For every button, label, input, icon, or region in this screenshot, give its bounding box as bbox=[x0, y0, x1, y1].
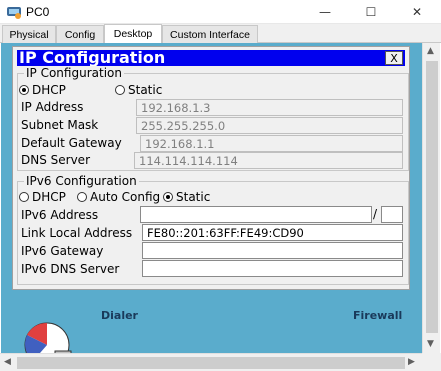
ipv4-dhcp-label: DHCP bbox=[32, 83, 66, 97]
pc-app-icon bbox=[7, 7, 21, 19]
horizontal-scrollbar[interactable]: ◀ ▶ bbox=[0, 353, 422, 371]
tab-bar: Physical Config Desktop Custom Interface bbox=[0, 24, 441, 43]
tab-desktop[interactable]: Desktop bbox=[104, 24, 162, 43]
subnet-mask-field[interactable]: 255.255.255.0 bbox=[136, 117, 403, 134]
ipv6-auto-config-radio[interactable]: Auto Config bbox=[77, 190, 160, 204]
ipv4-group-title: IP Configuration bbox=[24, 66, 124, 80]
ipv6-group-title: IPv6 Configuration bbox=[24, 174, 139, 188]
ipv4-static-radio[interactable]: Static bbox=[115, 83, 162, 97]
ipv6-address-label: IPv6 Address bbox=[21, 208, 99, 222]
scroll-down-arrow-icon[interactable]: ▼ bbox=[427, 339, 434, 349]
minimize-button[interactable]: — bbox=[302, 0, 348, 24]
scroll-left-arrow-icon[interactable]: ◀ bbox=[4, 357, 11, 367]
ip-configuration-dialog: IP Configuration X IP Configuration DHCP… bbox=[12, 46, 410, 290]
radio-unselected-icon bbox=[77, 192, 87, 202]
horizontal-scroll-thumb[interactable] bbox=[17, 357, 405, 369]
radio-selected-icon bbox=[163, 192, 173, 202]
default-gateway-label: Default Gateway bbox=[21, 136, 122, 150]
ipv6-dns-server-label: IPv6 DNS Server bbox=[21, 262, 120, 276]
close-window-button[interactable]: ✕ bbox=[394, 0, 440, 24]
window-title: PC0 bbox=[26, 5, 50, 19]
dns-server-field[interactable]: 114.114.114.114 bbox=[134, 152, 403, 169]
subnet-mask-label: Subnet Mask bbox=[21, 118, 99, 132]
tab-config[interactable]: Config bbox=[56, 25, 104, 43]
dialog-close-button[interactable]: X bbox=[385, 51, 403, 65]
ipv6-static-radio[interactable]: Static bbox=[163, 190, 210, 204]
firewall-app-label: Firewall bbox=[353, 309, 403, 322]
dialer-app-label: Dialer bbox=[101, 309, 138, 322]
ip-address-label: IP Address bbox=[21, 100, 84, 114]
link-local-address-field[interactable]: FE80::201:63FF:FE49:CD90 bbox=[142, 224, 403, 241]
dns-server-label: DNS Server bbox=[21, 153, 90, 167]
ipv6-gateway-field[interactable] bbox=[142, 242, 403, 259]
dialog-title: IP Configuration bbox=[19, 48, 166, 67]
tab-physical[interactable]: Physical bbox=[2, 25, 56, 43]
default-gateway-field[interactable]: 192.168.1.1 bbox=[140, 135, 403, 152]
scroll-up-arrow-icon[interactable]: ▲ bbox=[427, 46, 434, 56]
ipv6-dns-server-field[interactable] bbox=[142, 260, 403, 277]
scrollbar-corner bbox=[422, 353, 441, 371]
ipv6-gateway-label: IPv6 Gateway bbox=[21, 244, 104, 258]
ipv6-prefix-field[interactable] bbox=[381, 206, 403, 223]
prefix-separator: / bbox=[373, 207, 378, 221]
ip-address-field[interactable]: 192.168.1.3 bbox=[136, 99, 403, 116]
ipv6-auto-config-label: Auto Config bbox=[90, 190, 161, 204]
ipv6-static-label: Static bbox=[176, 190, 211, 204]
scroll-right-arrow-icon[interactable]: ▶ bbox=[408, 357, 415, 367]
pie-chart-app-icon[interactable] bbox=[19, 315, 75, 353]
radio-selected-icon bbox=[19, 85, 29, 95]
ipv4-static-label: Static bbox=[128, 83, 163, 97]
ipv6-dhcp-radio[interactable]: DHCP bbox=[19, 190, 66, 204]
window-titlebar: PC0 — ☐ ✕ bbox=[0, 0, 441, 24]
radio-unselected-icon bbox=[19, 192, 29, 202]
dialog-titlebar: IP Configuration X bbox=[17, 48, 405, 67]
vertical-scroll-thumb[interactable] bbox=[426, 61, 438, 333]
maximize-button[interactable]: ☐ bbox=[348, 0, 394, 24]
ipv6-address-field[interactable] bbox=[140, 206, 372, 223]
vertical-scrollbar[interactable]: ▲ ▼ bbox=[422, 43, 440, 353]
ipv6-dhcp-label: DHCP bbox=[32, 190, 66, 204]
link-local-address-label: Link Local Address bbox=[21, 226, 133, 240]
ipv4-dhcp-radio[interactable]: DHCP bbox=[19, 83, 66, 97]
tab-custom-interface[interactable]: Custom Interface bbox=[162, 25, 258, 43]
radio-unselected-icon bbox=[115, 85, 125, 95]
